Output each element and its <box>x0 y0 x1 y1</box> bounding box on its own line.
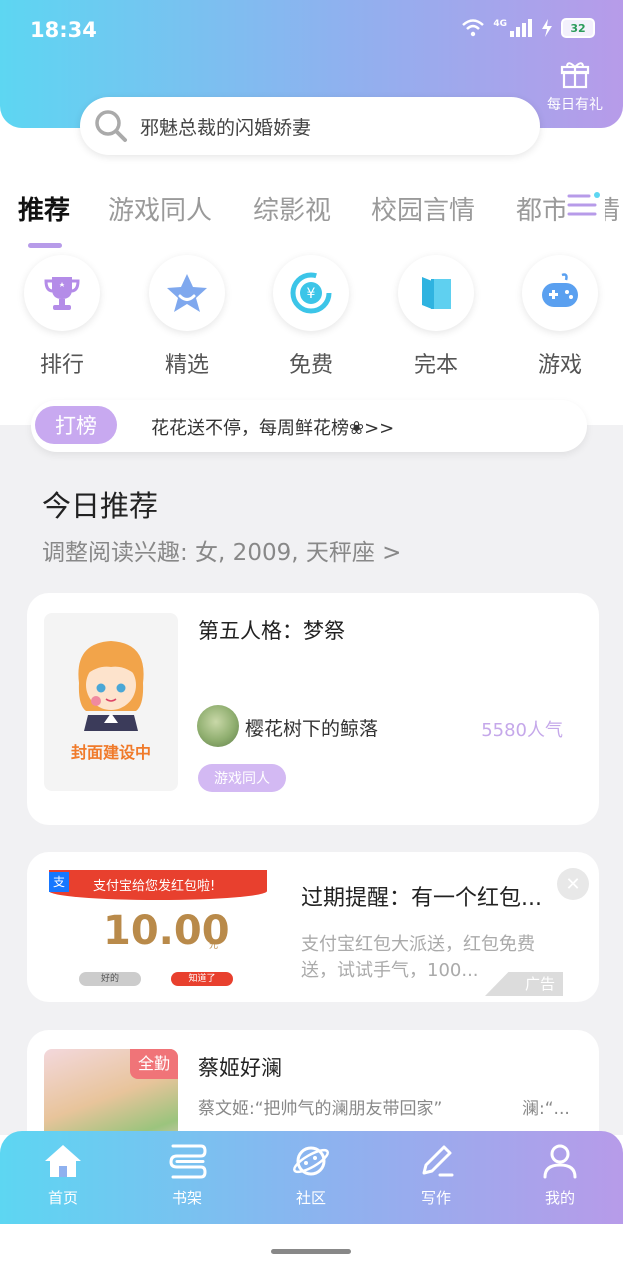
category-tabs: 推荐 游戏同人 综影视 校园言情 都市言情 <box>0 180 623 240</box>
nav-label: 我的 <box>544 1189 575 1207</box>
nav-label: 社区 <box>295 1189 326 1207</box>
ad-card[interactable]: 支 支付宝给您发红包啦! 10.00 元 好的 知道了 过期提醒：有一个红包..… <box>27 852 599 1002</box>
close-icon: ✕ <box>565 873 581 895</box>
wifi-icon <box>462 19 485 37</box>
book-icon <box>422 277 451 309</box>
genre-tag[interactable]: 游戏同人 <box>198 764 286 792</box>
search-bar[interactable]: 邪魅总裁的闪婚娇妻 <box>80 97 540 155</box>
ad-image-header-text: 支付宝给您发红包啦! <box>93 879 216 894</box>
category-label: 完本 <box>413 353 458 378</box>
category-selection[interactable]: 精选 <box>147 255 227 379</box>
book-cover: 封面建设中 <box>44 613 178 791</box>
category-free-circle: ¥ <box>273 255 349 331</box>
leaderboard-notice[interactable]: 打榜 花花送不停，每周鲜花榜❀>> <box>31 400 587 452</box>
bookshelf-icon <box>169 1144 207 1179</box>
nav-profile[interactable]: 我的 <box>515 1143 605 1208</box>
full-attendance-badge: 全勤 <box>130 1049 178 1079</box>
tab-game-fanfic[interactable]: 游戏同人 <box>108 190 212 227</box>
book-card[interactable]: 封面建设中 第五人格：梦祭 樱花树下的鲸落 5580人气 游戏同人 <box>27 593 599 825</box>
user-icon <box>543 1144 577 1179</box>
bottom-navigation: 首页 书架 社区 写作 我的 <box>0 1131 623 1224</box>
search-icon <box>95 110 127 142</box>
notice-text: 花花送不停，每周鲜花榜❀>> <box>151 418 395 439</box>
ad-image-unit: 元 <box>209 941 219 951</box>
nav-label: 书架 <box>171 1189 202 1207</box>
search-placeholder: 邪魅总裁的闪婚娇妻 <box>140 116 312 139</box>
status-time: 18:34 <box>30 18 97 42</box>
daily-gift-button[interactable]: 每日有礼 <box>543 60 607 114</box>
alipay-icon: 支 <box>49 872 69 892</box>
pen-icon <box>422 1145 454 1177</box>
category-completed[interactable]: 完本 <box>396 255 476 379</box>
category-selection-circle <box>149 255 225 331</box>
category-label: 排行 <box>39 353 84 378</box>
book-popularity: 5580人气 <box>481 720 563 741</box>
category-label: 精选 <box>164 353 209 378</box>
ad-close-button[interactable]: ✕ <box>557 868 589 900</box>
yen-coin-icon: ¥ <box>290 272 332 314</box>
section-title: 今日推荐 <box>42 489 159 523</box>
category-completed-circle <box>398 255 474 331</box>
gift-icon <box>560 62 590 89</box>
cover-placeholder-text: 封面建设中 <box>70 743 151 762</box>
tab-indicator <box>28 243 62 248</box>
nav-label: 写作 <box>420 1189 451 1207</box>
nav-bookshelf[interactable]: 书架 <box>142 1143 232 1208</box>
category-game[interactable]: 游戏 <box>520 255 600 379</box>
battery-icon: 32 <box>561 18 595 38</box>
trophy-icon <box>44 277 80 310</box>
svg-text:¥: ¥ <box>307 286 316 302</box>
tab-recommend[interactable]: 推荐 <box>18 190 70 227</box>
menu-icon <box>567 192 600 216</box>
author-avatar[interactable] <box>197 705 239 747</box>
adjust-interest-link[interactable]: 调整阅读兴趣: 女, 2009, 天秤座 > <box>42 533 401 567</box>
network-type: 4G <box>493 19 507 29</box>
nav-home[interactable]: 首页 <box>18 1143 108 1208</box>
star-icon <box>167 274 207 312</box>
book-title: 蔡姬好澜 <box>198 1056 282 1080</box>
ad-image: 支 支付宝给您发红包啦! 10.00 元 好的 知道了 <box>47 868 269 996</box>
category-free[interactable]: ¥ 免费 <box>271 255 351 379</box>
nav-label: 首页 <box>47 1189 78 1207</box>
notice-badge: 打榜 <box>35 406 117 444</box>
nav-write[interactable]: 写作 <box>391 1143 481 1208</box>
category-ranking-circle <box>24 255 100 331</box>
signal-icon <box>510 19 532 37</box>
nav-community[interactable]: 社区 <box>266 1143 356 1208</box>
charging-icon <box>542 19 552 37</box>
gift-label: 每日有礼 <box>547 97 603 113</box>
gamepad-icon <box>542 273 578 307</box>
category-ranking[interactable]: 排行 <box>22 255 102 379</box>
home-indicator[interactable] <box>271 1249 351 1254</box>
status-bar: 18:34 4G 32 <box>0 0 623 60</box>
cover-placeholder-illustration <box>78 641 144 731</box>
status-icons: 4G 32 <box>461 18 595 38</box>
tab-campus-romance[interactable]: 校园言情 <box>371 190 475 227</box>
tab-menu-button[interactable] <box>565 186 605 226</box>
category-label: 游戏 <box>537 353 582 378</box>
ad-image-ok-button: 好的 <box>79 972 141 986</box>
category-game-circle <box>522 255 598 331</box>
ad-title: 过期提醒：有一个红包... <box>301 886 542 911</box>
book-title: 第五人格：梦祭 <box>198 619 345 643</box>
book-description-continued: 澜:“... <box>522 1099 570 1119</box>
book-description: 蔡文姬:“把帅气的澜朋友带回家” <box>198 1099 443 1119</box>
author-name[interactable]: 樱花树下的鲸落 <box>245 714 378 741</box>
category-label: 免费 <box>288 353 333 378</box>
planet-icon <box>293 1146 329 1176</box>
home-icon <box>45 1145 81 1177</box>
ad-image-know-button: 知道了 <box>171 972 233 986</box>
category-shortcuts: 排行 精选 ¥ 免费 完本 游戏 <box>0 255 623 385</box>
tab-film-tv[interactable]: 综影视 <box>253 190 331 227</box>
